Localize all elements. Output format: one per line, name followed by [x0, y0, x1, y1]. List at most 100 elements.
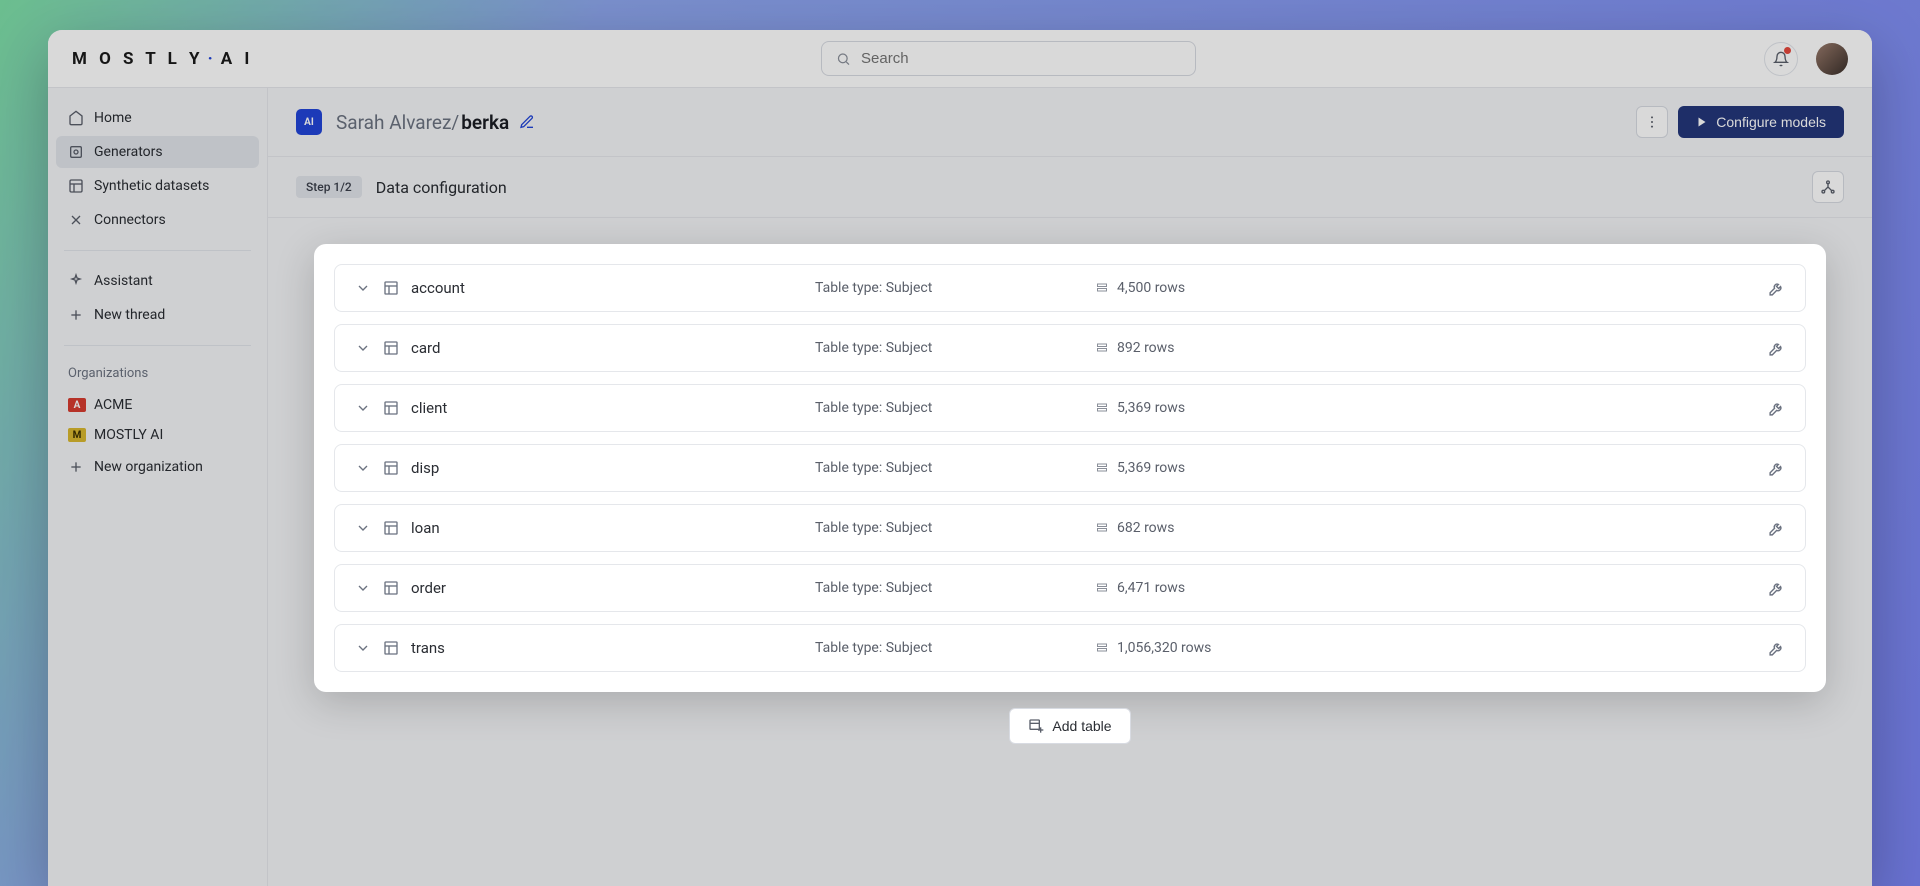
breadcrumb: Sarah Alvarez/ berka: [336, 111, 535, 134]
table-name: disp: [411, 459, 439, 477]
table-type: Table type: Subject: [815, 580, 1095, 596]
org-item-acme[interactable]: A ACME: [56, 391, 259, 419]
table-icon: [383, 400, 399, 416]
step-badge: Step 1/2: [296, 176, 362, 198]
sparkle-icon: [68, 273, 84, 289]
org-label: MOSTLY AI: [94, 427, 163, 443]
expand-toggle[interactable]: [355, 640, 371, 656]
table-row[interactable]: client Table type: Subject 5,369 rows: [334, 384, 1806, 432]
tables-panel: account Table type: Subject 4,500 rows c…: [314, 244, 1826, 692]
table-row[interactable]: card Table type: Subject 892 rows: [334, 324, 1806, 372]
sidebar-item-label: New organization: [94, 459, 203, 475]
chevron-down-icon: [355, 340, 371, 356]
table-type: Table type: Subject: [815, 460, 1095, 476]
sidebar-item-label: Assistant: [94, 273, 153, 289]
table-type: Table type: Subject: [815, 400, 1095, 416]
table-name: account: [411, 279, 465, 297]
org-badge: M: [68, 428, 86, 442]
rows-icon: [1095, 642, 1109, 654]
dots-vertical-icon: [1644, 114, 1660, 130]
avatar[interactable]: [1816, 43, 1848, 75]
sidebar-item-label: Home: [94, 110, 132, 126]
expand-toggle[interactable]: [355, 400, 371, 416]
sidebar-item-synthetic-datasets[interactable]: Synthetic datasets: [56, 170, 259, 202]
table-row[interactable]: disp Table type: Subject 5,369 rows: [334, 444, 1806, 492]
sidebar-item-home[interactable]: Home: [56, 102, 259, 134]
table-icon: [383, 340, 399, 356]
rows-icon: [1095, 402, 1109, 414]
table-settings-button[interactable]: [1768, 580, 1785, 597]
table-type: Table type: Subject: [815, 640, 1095, 656]
table-plus-icon: [1028, 718, 1044, 734]
table-row[interactable]: loan Table type: Subject 682 rows: [334, 504, 1806, 552]
generators-icon: [68, 144, 84, 160]
plus-icon: [68, 307, 84, 323]
search-icon: [836, 51, 851, 67]
expand-toggle[interactable]: [355, 580, 371, 596]
rows-icon: [1095, 282, 1109, 294]
notifications-button[interactable]: [1764, 42, 1798, 76]
table-settings-button[interactable]: [1768, 520, 1785, 537]
project-badge-icon: AI: [296, 109, 322, 135]
more-actions-button[interactable]: [1636, 106, 1668, 138]
table-settings-button[interactable]: [1768, 460, 1785, 477]
sidebar: Home Generators Synthetic datasets Conne…: [48, 88, 268, 886]
breadcrumb-owner[interactable]: Sarah Alvarez/: [336, 111, 459, 134]
table-name: card: [411, 339, 440, 357]
search-input[interactable]: [821, 41, 1196, 76]
table-icon: [383, 280, 399, 296]
rows-icon: [1095, 522, 1109, 534]
edit-name-button[interactable]: [519, 114, 535, 130]
table-rows: 6,471 rows: [1095, 580, 1315, 596]
table-rows: 892 rows: [1095, 340, 1315, 356]
expand-toggle[interactable]: [355, 460, 371, 476]
notification-dot: [1784, 47, 1791, 54]
org-label: ACME: [94, 397, 132, 413]
configure-models-button[interactable]: Configure models: [1678, 106, 1844, 138]
expand-toggle[interactable]: [355, 340, 371, 356]
table-settings-button[interactable]: [1768, 280, 1785, 297]
org-item-mostly-ai[interactable]: M MOSTLY AI: [56, 421, 259, 449]
configure-label: Configure models: [1716, 114, 1826, 130]
datasets-icon: [68, 178, 84, 194]
chevron-down-icon: [355, 640, 371, 656]
sidebar-item-new-organization[interactable]: New organization: [56, 451, 259, 483]
wrench-icon: [1768, 640, 1785, 657]
graph-icon: [1820, 179, 1836, 195]
table-type: Table type: Subject: [815, 340, 1095, 356]
chevron-down-icon: [355, 520, 371, 536]
table-row[interactable]: account Table type: Subject 4,500 rows: [334, 264, 1806, 312]
table-name: client: [411, 399, 447, 417]
logo[interactable]: M O S T L Y·A I: [72, 49, 253, 69]
table-settings-button[interactable]: [1768, 640, 1785, 657]
table-icon: [383, 640, 399, 656]
wrench-icon: [1768, 520, 1785, 537]
sidebar-item-assistant[interactable]: Assistant: [56, 265, 259, 297]
table-rows: 1,056,320 rows: [1095, 640, 1315, 656]
connectors-icon: [68, 212, 84, 228]
expand-toggle[interactable]: [355, 520, 371, 536]
add-table-button[interactable]: Add table: [1009, 708, 1130, 744]
sidebar-item-label: New thread: [94, 307, 165, 323]
sidebar-item-label: Synthetic datasets: [94, 178, 209, 194]
rows-icon: [1095, 462, 1109, 474]
table-row[interactable]: order Table type: Subject 6,471 rows: [334, 564, 1806, 612]
chevron-down-icon: [355, 280, 371, 296]
rows-icon: [1095, 582, 1109, 594]
sidebar-item-new-thread[interactable]: New thread: [56, 299, 259, 331]
expand-toggle[interactable]: [355, 280, 371, 296]
sidebar-item-generators[interactable]: Generators: [56, 136, 259, 168]
wrench-icon: [1768, 400, 1785, 417]
table-rows: 5,369 rows: [1095, 460, 1315, 476]
schema-graph-button[interactable]: [1812, 171, 1844, 203]
table-rows: 5,369 rows: [1095, 400, 1315, 416]
sidebar-item-connectors[interactable]: Connectors: [56, 204, 259, 236]
table-type: Table type: Subject: [815, 280, 1095, 296]
chevron-down-icon: [355, 460, 371, 476]
table-settings-button[interactable]: [1768, 400, 1785, 417]
table-row[interactable]: trans Table type: Subject 1,056,320 rows: [334, 624, 1806, 672]
table-settings-button[interactable]: [1768, 340, 1785, 357]
table-icon: [383, 580, 399, 596]
main: AI Sarah Alvarez/ berka Configure models: [268, 88, 1872, 886]
add-table-label: Add table: [1052, 718, 1111, 734]
